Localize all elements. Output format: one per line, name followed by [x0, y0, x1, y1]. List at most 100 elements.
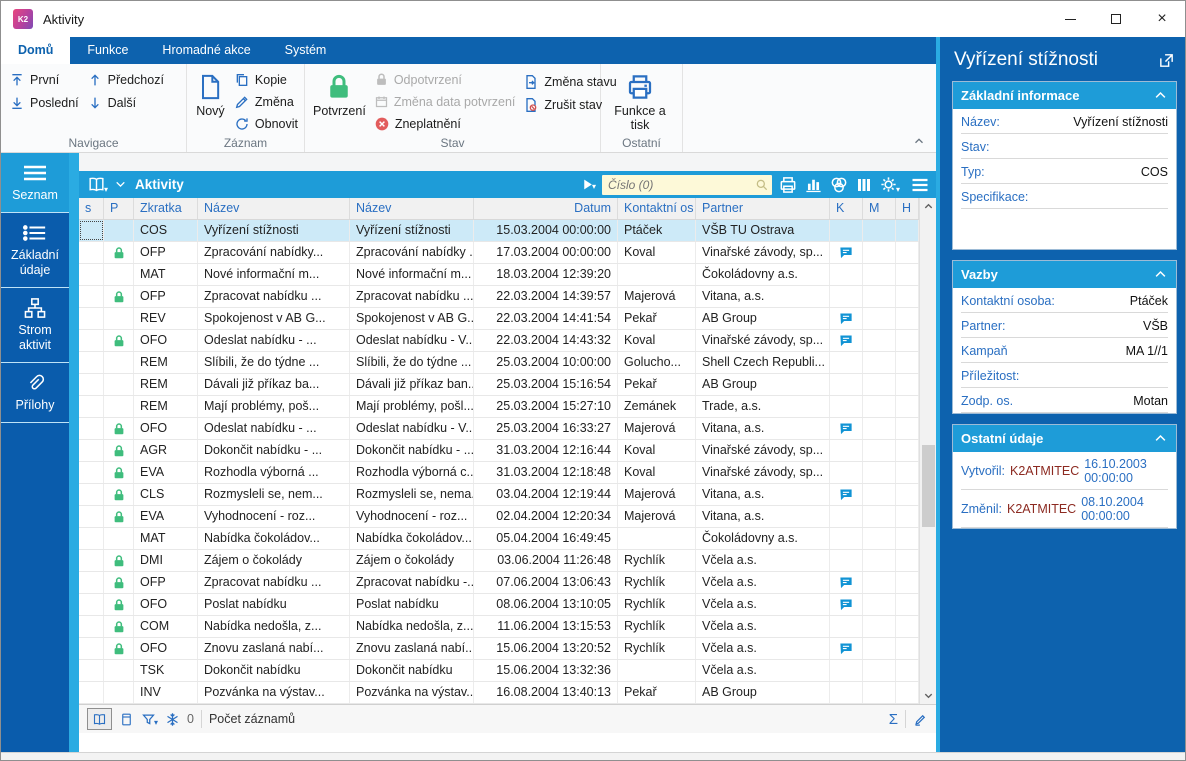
vertical-scrollbar[interactable]: [919, 198, 936, 704]
copy-button[interactable]: Kopie: [234, 70, 298, 89]
open-detail-icon[interactable]: [1158, 52, 1175, 69]
refresh-button[interactable]: Obnovit: [234, 115, 298, 134]
analysis-icon[interactable]: [829, 175, 849, 195]
collapse-ribbon-button[interactable]: [912, 134, 926, 148]
table-row[interactable]: OFO Poslat nabídku Poslat nabídku 08.06.200…: [79, 594, 919, 616]
first-button[interactable]: První: [9, 70, 79, 90]
book-icon[interactable]: ▾: [87, 175, 108, 194]
table-row[interactable]: CLS Rozmysleli se, nem... Rozmysleli se, n…: [79, 484, 919, 506]
table-row[interactable]: TSK Dokončit nabídku Dokončit nabídku 15.06…: [79, 660, 919, 682]
column-header-m[interactable]: M: [863, 198, 896, 219]
scrollbar-thumb[interactable]: [922, 445, 935, 527]
column-header-n-zev[interactable]: Název: [350, 198, 474, 219]
table-cell: COM: [134, 616, 198, 637]
table-row[interactable]: OFP Zpracovat nabídku ... Zpracovat nabídk…: [79, 572, 919, 594]
table-row[interactable]: COM Nabídka nedošla, z... Nabídka nedošla,…: [79, 616, 919, 638]
maximize-button[interactable]: [1093, 1, 1139, 37]
table-cell: Odeslat nabídku - ...: [198, 418, 350, 439]
field-label: Specifikace:: [961, 189, 1029, 204]
table-cell: AGR: [134, 440, 198, 461]
table-row[interactable]: REV Spokojenost v AB G... Spokojenost v AB…: [79, 308, 919, 330]
sum-icon[interactable]: Σ: [889, 711, 898, 728]
column-header-kontaktn-os[interactable]: Kontaktní os: [618, 198, 696, 219]
table-cell: MAT: [134, 264, 198, 285]
logo-text: K2: [17, 14, 29, 24]
table-row[interactable]: MAT Nové informační m... Nové informační m…: [79, 264, 919, 286]
column-header-p[interactable]: P: [104, 198, 134, 219]
column-header-zkratka[interactable]: Zkratka: [134, 198, 198, 219]
table-cell: [896, 572, 919, 593]
tab-system[interactable]: Systém: [268, 37, 344, 64]
chevron-down-icon[interactable]: [114, 178, 127, 191]
chevron-up-icon[interactable]: [1153, 431, 1168, 446]
table-row[interactable]: INV Pozvánka na výstav... Pozvánka na výst…: [79, 682, 919, 704]
table-row[interactable]: REM Dávali již příkaz ba... Dávali již pří…: [79, 374, 919, 396]
table-cell: Pekař: [618, 308, 696, 329]
table-row[interactable]: OFO Odeslat nabídku - ... Odeslat nabídku …: [79, 330, 919, 352]
comment-icon: [838, 575, 854, 590]
confirm-button[interactable]: Potvrzení: [313, 70, 366, 134]
sidebar-item-seznam[interactable]: Seznam: [1, 153, 69, 214]
functions-print-button[interactable]: Funkce a tisk: [609, 70, 671, 134]
table-cell: [79, 330, 104, 351]
table-row[interactable]: EVA Rozhodla výborná ... Rozhodla výborná …: [79, 462, 919, 484]
snowflake-icon[interactable]: [165, 712, 180, 727]
panel-section-header[interactable]: Ostatní údaje: [953, 425, 1176, 452]
settings-gear-icon[interactable]: ▾: [879, 175, 900, 194]
table-row[interactable]: REM Mají problémy, poš... Mají problémy, p…: [79, 396, 919, 418]
sidebar-item-strom-aktivit[interactable]: Strom aktivit: [1, 288, 69, 363]
table-cell: [863, 660, 896, 681]
table-cell: Včela a.s.: [696, 616, 830, 637]
table-row[interactable]: AGR Dokončit nabídku - ... Dokončit nabídk…: [79, 440, 919, 462]
sidebar-item-p-lohy[interactable]: Přílohy: [1, 363, 69, 424]
chevron-up-icon[interactable]: [1153, 88, 1168, 103]
table-row[interactable]: COS Vyřízení stížnosti Vyřízení stížnosti 1…: [79, 220, 919, 242]
table-row[interactable]: MAT Nabídka čokoládov... Nabídka čokoládov…: [79, 528, 919, 550]
minimize-button[interactable]: [1047, 1, 1093, 37]
table-cell: [830, 264, 863, 285]
table-cell: [104, 242, 134, 263]
tab-hromadne-akce[interactable]: Hromadné akce: [145, 37, 267, 64]
last-button[interactable]: Poslední: [9, 93, 79, 113]
chart-icon[interactable]: [804, 175, 823, 194]
filter-icon[interactable]: ▾: [141, 712, 158, 727]
table-row[interactable]: EVA Vyhodnocení - roz... Vyhodnocení - roz…: [79, 506, 919, 528]
table-row[interactable]: REM Slíbili, že do týdne ... Slíbili, že d…: [79, 352, 919, 374]
table-cell: Dokončit nabídku: [350, 660, 474, 681]
panel-section-header[interactable]: Základní informace: [953, 82, 1176, 109]
next-button[interactable]: Další: [87, 93, 164, 113]
column-header-partner[interactable]: Partner: [696, 198, 830, 219]
table-row[interactable]: DMI Zájem o čokolády Zájem o čokolády 03.06…: [79, 550, 919, 572]
book-view-button[interactable]: [87, 708, 112, 730]
table-row[interactable]: OFO Odeslat nabídku - ... Odeslat nabídku …: [79, 418, 919, 440]
column-header-k[interactable]: K: [830, 198, 863, 219]
print-grid-icon[interactable]: [778, 175, 798, 195]
column-header-s[interactable]: s: [79, 198, 104, 219]
table-row[interactable]: OFP Zpracovat nabídku ... Zpracovat nabídk…: [79, 286, 919, 308]
field-label: Kampaň: [961, 343, 1008, 358]
close-button[interactable]: ×: [1139, 1, 1185, 37]
new-button[interactable]: Nový: [195, 70, 226, 134]
scroll-down-icon[interactable]: [920, 687, 936, 704]
grid-menu-icon[interactable]: [910, 175, 930, 195]
change-button[interactable]: Změna: [234, 92, 298, 111]
column-header-h[interactable]: H: [896, 198, 919, 219]
invalidate-button[interactable]: Zneplatnění: [374, 115, 516, 134]
panel-section-header[interactable]: Vazby: [953, 261, 1176, 288]
sidebar-item-z-kladn-daje[interactable]: Základní údaje: [1, 213, 69, 289]
play-icon[interactable]: ▾: [581, 178, 596, 191]
columns-icon[interactable]: [855, 176, 873, 194]
edit-pencil-icon[interactable]: [913, 712, 928, 727]
tab-funkce[interactable]: Funkce: [70, 37, 145, 64]
previous-button[interactable]: Předchozí: [87, 70, 164, 90]
scroll-up-icon[interactable]: [920, 198, 936, 215]
search-input[interactable]: [601, 174, 772, 195]
column-header-datum[interactable]: Datum: [474, 198, 618, 219]
table-row[interactable]: OFO Znovu zaslaná nabí... Znovu zaslaná na…: [79, 638, 919, 660]
chevron-up-icon[interactable]: [1153, 267, 1168, 282]
form-view-button[interactable]: [119, 712, 134, 727]
table-cell: 05.04.2004 16:49:45: [474, 528, 618, 549]
tab-domu[interactable]: Domů: [1, 37, 71, 64]
column-header-n-zev[interactable]: Název: [198, 198, 350, 219]
table-row[interactable]: OFP Zpracování nabídky... Zpracování nabíd…: [79, 242, 919, 264]
